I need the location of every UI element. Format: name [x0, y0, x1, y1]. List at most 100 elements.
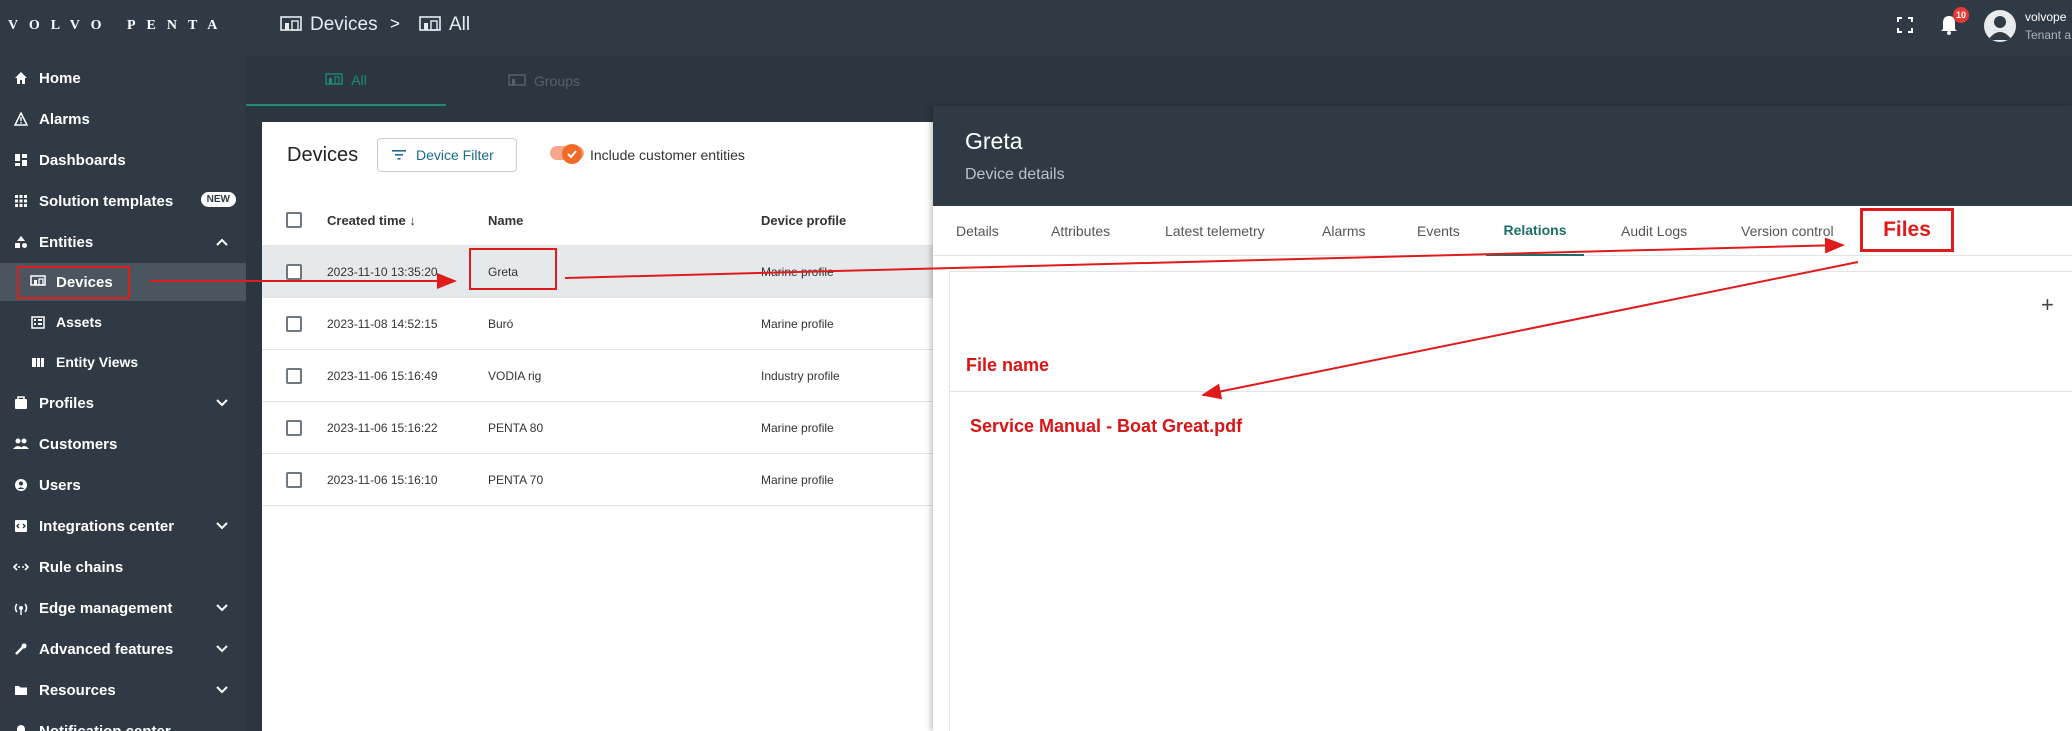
chevron-down-icon: [216, 604, 228, 612]
details-subtitle: Device details: [965, 166, 1065, 183]
chevron-down-icon: [216, 399, 228, 407]
sidebar-item-label: Customers: [39, 435, 118, 453]
table-row[interactable]: 2023-11-10 13:35:20 Greta Marine profile: [262, 246, 942, 298]
device-details-panel: Greta Device details Details Attributes …: [933, 106, 2072, 731]
sidebar: VOLVO PENTA Home Alarms Dashboards Solut…: [0, 0, 246, 731]
sidebar-item-entities[interactable]: Entities: [0, 223, 246, 261]
table-row[interactable]: 2023-11-06 15:16:49 VODIA rig Industry p…: [262, 350, 942, 402]
tab-files[interactable]: Files: [1860, 208, 1954, 252]
notification-icon: [13, 723, 29, 731]
sidebar-item-label: Alarms: [39, 110, 90, 128]
sidebar-item-customers[interactable]: Customers: [0, 425, 246, 463]
add-file-button[interactable]: +: [2041, 292, 2054, 318]
sidebar-item-solution-templates[interactable]: Solution templates NEW: [0, 182, 246, 220]
main-tabs: All Groups: [246, 56, 2072, 106]
user-name: volvope: [2025, 10, 2067, 24]
rule-chains-icon: [13, 559, 29, 575]
tab-audit-logs[interactable]: Audit Logs: [1621, 206, 1687, 256]
table-row[interactable]: 2023-11-08 14:52:15 Buró Marine profile: [262, 298, 942, 350]
chevron-down-icon: [216, 522, 228, 530]
row-checkbox[interactable]: [286, 316, 302, 332]
column-created-time[interactable]: Created time ↓: [327, 213, 416, 228]
include-customer-toggle[interactable]: [562, 144, 582, 164]
chevron-up-icon: [216, 238, 228, 246]
chevron-down-icon: [216, 686, 228, 694]
assets-icon: [30, 314, 46, 330]
annotation-box-greta: [469, 248, 557, 290]
sidebar-item-integrations-center[interactable]: Integrations center: [0, 507, 246, 545]
sidebar-item-rule-chains[interactable]: Rule chains: [0, 548, 246, 586]
user-role: Tenant a: [2025, 28, 2072, 42]
sidebar-item-label: Assets: [56, 314, 102, 330]
file-entry-link[interactable]: Service Manual - Boat Great.pdf: [970, 416, 1242, 437]
divider: [949, 391, 2072, 392]
sidebar-item-label: Rule chains: [39, 558, 124, 576]
avatar[interactable]: [1984, 10, 2016, 42]
column-name[interactable]: Name: [488, 213, 523, 228]
file-name-column-header: File name: [966, 355, 1050, 375]
row-checkbox[interactable]: [286, 472, 302, 488]
sidebar-item-users[interactable]: Users: [0, 466, 246, 504]
tab-groups[interactable]: Groups: [508, 56, 580, 106]
tools-icon: [13, 641, 29, 657]
sidebar-item-assets[interactable]: Assets: [0, 303, 246, 341]
table-row[interactable]: 2023-11-06 15:16:22 PENTA 80 Marine prof…: [262, 402, 942, 454]
include-customer-label: Include customer entities: [590, 147, 745, 163]
sidebar-item-label: Integrations center: [39, 517, 175, 535]
breadcrumb-separator: >: [390, 14, 400, 33]
table-row[interactable]: 2023-11-06 15:16:10 PENTA 70 Marine prof…: [262, 454, 942, 506]
breadcrumb-all[interactable]: All: [419, 14, 470, 36]
edge-icon: [13, 600, 29, 616]
alarm-icon: [13, 111, 29, 127]
devices-icon: [280, 16, 302, 31]
entity-views-icon: [30, 354, 46, 370]
notification-count-badge: 10: [1953, 7, 1969, 23]
sidebar-item-label: Advanced features: [39, 640, 174, 658]
sidebar-item-label: Users: [39, 476, 81, 494]
sidebar-item-resources[interactable]: Resources: [0, 671, 246, 709]
sidebar-item-edge-management[interactable]: Edge management: [0, 589, 246, 627]
sidebar-item-label: Entity Views: [56, 354, 139, 370]
sidebar-item-home[interactable]: Home: [0, 59, 246, 97]
select-all-checkbox[interactable]: [286, 212, 302, 228]
groups-icon: [508, 74, 526, 86]
home-icon: [13, 70, 29, 86]
check-icon: [567, 150, 577, 159]
devices-icon: [419, 16, 441, 31]
volvo-penta-logo: VOLVO PENTA: [8, 18, 229, 33]
row-checkbox[interactable]: [286, 264, 302, 280]
sidebar-item-profiles[interactable]: Profiles: [0, 384, 246, 422]
sidebar-item-alarms[interactable]: Alarms: [0, 100, 246, 138]
tab-attributes[interactable]: Attributes: [1051, 206, 1110, 256]
folder-icon: [13, 682, 29, 698]
sidebar-item-advanced-features[interactable]: Advanced features: [0, 630, 246, 668]
dashboard-icon: [13, 152, 29, 168]
device-filter-button[interactable]: Device Filter: [377, 138, 517, 172]
row-checkbox[interactable]: [286, 368, 302, 384]
profiles-icon: [13, 395, 29, 411]
chevron-down-icon: [216, 645, 228, 653]
tab-details[interactable]: Details: [956, 206, 999, 256]
row-checkbox[interactable]: [286, 420, 302, 436]
sidebar-item-dashboards[interactable]: Dashboards: [0, 141, 246, 179]
details-title: Greta: [965, 128, 1023, 154]
annotation-box-devices: [17, 266, 130, 299]
devices-table-card: Devices Device Filter Include customer e…: [262, 122, 942, 731]
breadcrumb-devices[interactable]: Devices: [280, 14, 378, 36]
tab-all[interactable]: All: [246, 56, 446, 106]
integrations-icon: [13, 518, 29, 534]
tab-relations[interactable]: Relations: [1486, 206, 1584, 256]
devices-title: Devices: [287, 144, 359, 166]
users-icon: [13, 477, 29, 493]
sidebar-item-label: Solution templates: [39, 192, 174, 210]
fullscreen-icon[interactable]: [1896, 16, 1914, 34]
sidebar-item-label: Edge management: [39, 599, 173, 617]
sort-arrow-icon: ↓: [409, 213, 416, 228]
tab-alarms[interactable]: Alarms: [1322, 206, 1366, 256]
sidebar-item-notification-center[interactable]: Notification center: [0, 712, 246, 731]
tab-latest-telemetry[interactable]: Latest telemetry: [1165, 206, 1265, 256]
sidebar-item-entity-views[interactable]: Entity Views: [0, 343, 246, 381]
tab-version-control[interactable]: Version control: [1741, 206, 1834, 256]
tab-events[interactable]: Events: [1417, 206, 1460, 256]
column-device-profile[interactable]: Device profile: [761, 213, 846, 228]
